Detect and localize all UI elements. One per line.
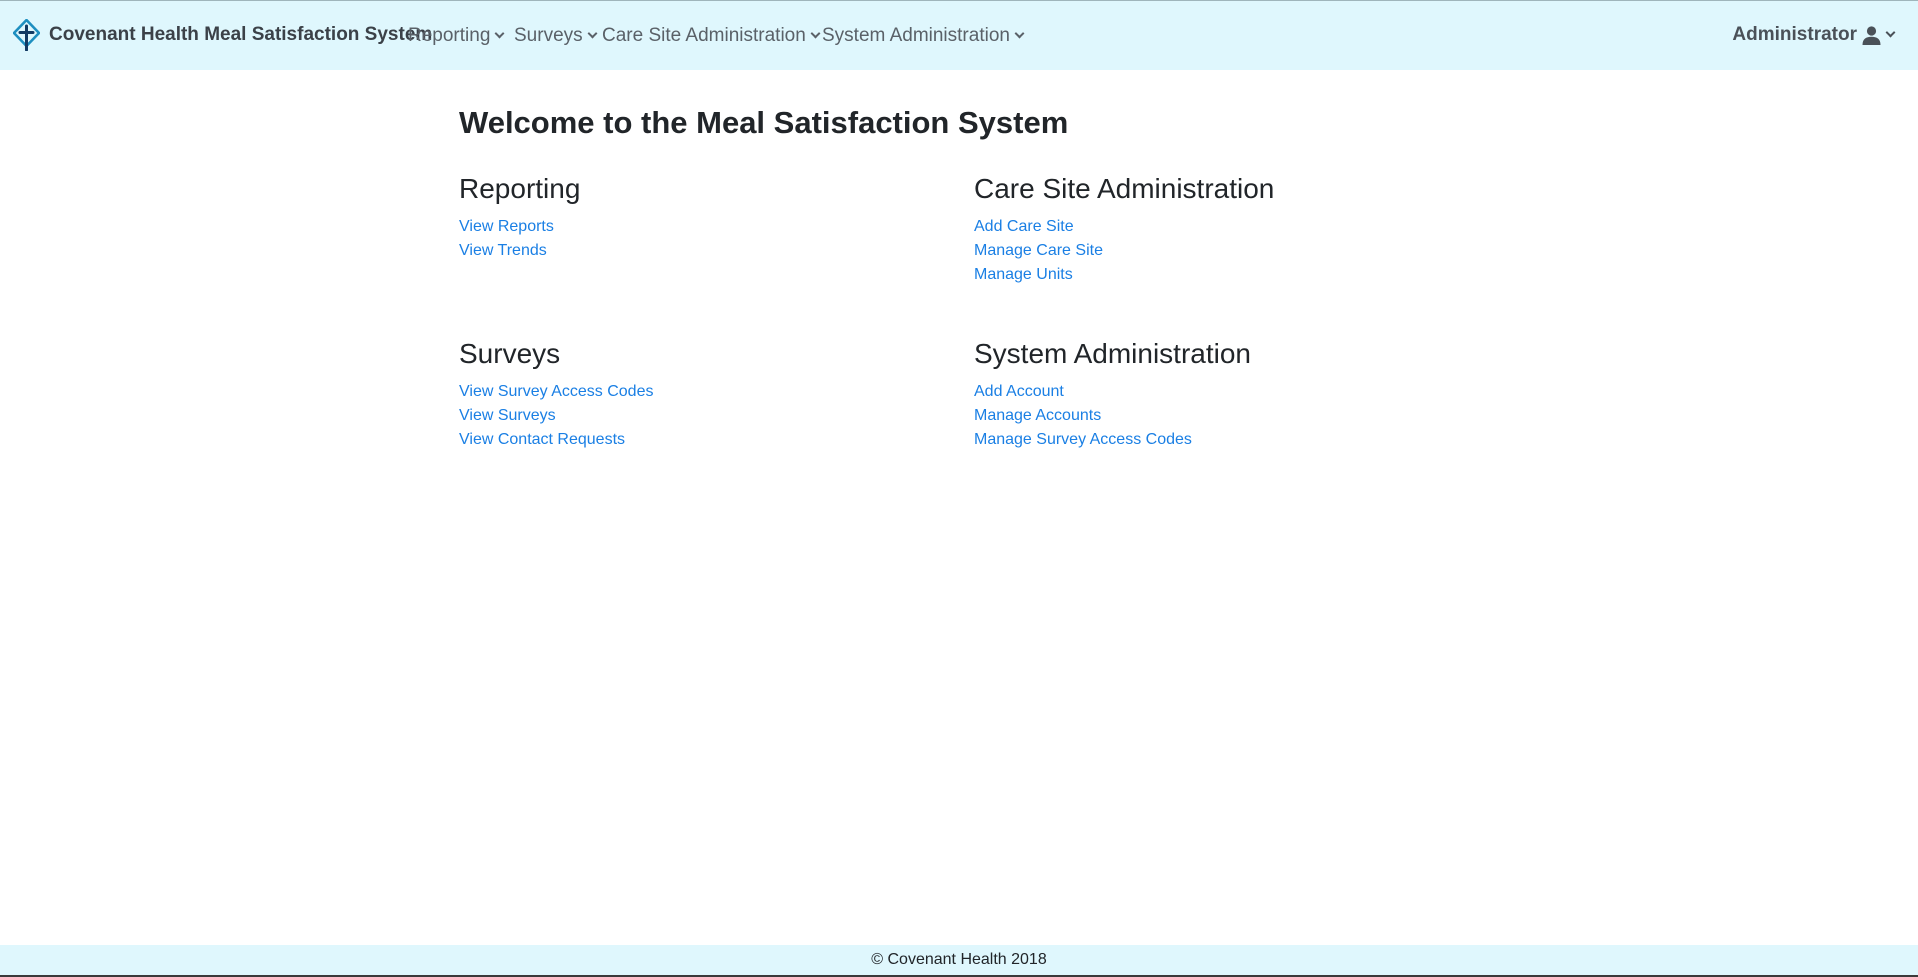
manage-units-link[interactable]: Manage Units — [974, 263, 1454, 287]
top-navbar: Covenant Health Meal Satisfaction System… — [0, 0, 1918, 70]
system-administration-section: System Administration Add Account Manage… — [974, 336, 1454, 452]
add-account-link[interactable]: Add Account — [974, 380, 1454, 404]
chevron-down-icon — [494, 28, 505, 39]
chevron-down-icon — [587, 28, 598, 39]
user-menu-dropdown[interactable]: Administrator — [1732, 24, 1896, 46]
brand[interactable]: Covenant Health Meal Satisfaction System — [13, 17, 432, 53]
manage-accounts-link[interactable]: Manage Accounts — [974, 404, 1454, 428]
nav-reporting-dropdown[interactable]: Reporting — [408, 25, 505, 47]
chevron-down-icon — [1885, 27, 1896, 38]
footer-copyright: © Covenant Health 2018 — [871, 951, 1047, 968]
nav-reporting-label: Reporting — [408, 25, 491, 46]
view-reports-link[interactable]: View Reports — [459, 215, 939, 239]
manage-survey-access-codes-link[interactable]: Manage Survey Access Codes — [974, 428, 1454, 452]
main-content: Welcome to the Meal Satisfaction System … — [459, 103, 1489, 448]
chevron-down-icon — [1014, 28, 1025, 39]
reporting-section: Reporting View Reports View Trends — [459, 171, 939, 263]
manage-care-site-link[interactable]: Manage Care Site — [974, 239, 1454, 263]
footer: © Covenant Health 2018 — [0, 945, 1918, 977]
care-site-administration-heading: Care Site Administration — [974, 173, 1275, 204]
view-survey-access-codes-link[interactable]: View Survey Access Codes — [459, 380, 939, 404]
nav-system-administration-label: System Administration — [822, 25, 1010, 46]
covenant-health-logo-icon — [13, 19, 40, 51]
page-title: Welcome to the Meal Satisfaction System — [459, 105, 1069, 140]
nav-care-site-administration-label: Care Site Administration — [602, 25, 806, 46]
care-site-administration-section: Care Site Administration Add Care Site M… — [974, 171, 1454, 287]
nav-system-administration-dropdown[interactable]: System Administration — [822, 25, 1025, 47]
nav-surveys-dropdown[interactable]: Surveys — [514, 25, 598, 47]
surveys-section: Surveys View Survey Access Codes View Su… — [459, 336, 939, 452]
reporting-heading: Reporting — [459, 173, 581, 204]
brand-name: Covenant Health Meal Satisfaction System — [49, 24, 433, 45]
user-menu-label: Administrator — [1732, 24, 1857, 45]
user-icon — [1862, 25, 1881, 45]
system-administration-heading: System Administration — [974, 338, 1251, 369]
nav-care-site-administration-dropdown[interactable]: Care Site Administration — [602, 25, 821, 47]
view-trends-link[interactable]: View Trends — [459, 239, 939, 263]
chevron-down-icon — [810, 28, 821, 39]
surveys-heading: Surveys — [459, 338, 561, 369]
nav-surveys-label: Surveys — [514, 25, 583, 46]
add-care-site-link[interactable]: Add Care Site — [974, 215, 1454, 239]
view-surveys-link[interactable]: View Surveys — [459, 404, 939, 428]
view-contact-requests-link[interactable]: View Contact Requests — [459, 428, 939, 452]
